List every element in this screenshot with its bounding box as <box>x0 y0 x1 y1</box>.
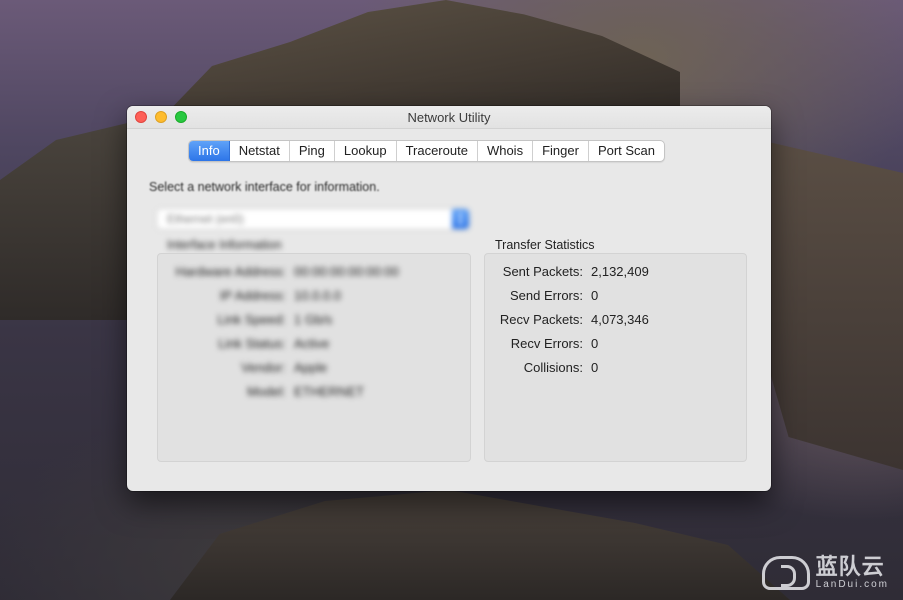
interface-popup[interactable]: Ethernet (en0) ▲ ▼ <box>157 209 469 229</box>
interface-row: Model: ETHERNET <box>246 384 365 399</box>
tab-traceroute[interactable]: Traceroute <box>397 141 478 161</box>
transfer-row-recv-packets: Recv Packets: 4,073,346 <box>499 312 649 327</box>
interface-info-box: Hardware Address: 00:00:00:00:00:00 IP A… <box>157 253 471 462</box>
title-bar[interactable]: Network Utility <box>127 106 771 129</box>
desktop-rock <box>760 140 903 470</box>
desktop-rock <box>160 0 680 120</box>
interface-prompt: Select a network interface for informati… <box>149 180 380 194</box>
interface-row: Vendor: Apple <box>241 360 328 375</box>
window-title: Network Utility <box>407 110 491 125</box>
popup-arrows-icon: ▲ ▼ <box>452 209 469 229</box>
tab-bar: Info Netstat Ping Lookup Traceroute Whoi… <box>188 140 666 162</box>
transfer-row-recv-errors: Recv Errors: 0 <box>510 336 599 351</box>
interface-row: Link Status: Active <box>218 336 330 351</box>
interface-row: Link Speed: 1 Gb/s <box>217 312 333 327</box>
desktop-rock <box>0 120 140 320</box>
transfer-stats-box: Sent Packets: 2,132,409 Send Errors: 0 R… <box>484 253 747 462</box>
transfer-row-sent-packets: Sent Packets: 2,132,409 <box>502 264 649 279</box>
transfer-row-send-errors: Send Errors: 0 <box>510 288 599 303</box>
tab-finger[interactable]: Finger <box>533 141 589 161</box>
interface-info-title: Interface Information <box>167 238 282 252</box>
interface-row: IP Address: 10.0.0.0 <box>219 288 341 303</box>
watermark-logo: 蓝队云 LanDui.com <box>761 554 889 590</box>
interface-popup-value: Ethernet (en0) <box>167 212 244 226</box>
tab-netstat[interactable]: Netstat <box>230 141 290 161</box>
transfer-row-collisions: Collisions: 0 <box>523 360 599 375</box>
tab-whois[interactable]: Whois <box>478 141 534 161</box>
tab-ping[interactable]: Ping <box>290 141 335 161</box>
watermark-cn: 蓝队云 <box>815 554 885 579</box>
network-utility-window: Network Utility Info Netstat Ping Lookup… <box>127 106 771 491</box>
transfer-stats-title: Transfer Statistics <box>495 238 595 252</box>
watermark-en: LanDui.com <box>815 579 889 590</box>
interface-row: Hardware Address: 00:00:00:00:00:00 <box>175 264 399 279</box>
tab-info[interactable]: Info <box>189 141 230 161</box>
tab-lookup[interactable]: Lookup <box>335 141 397 161</box>
desktop-rock <box>170 490 790 600</box>
cloud-logo-icon <box>761 556 810 590</box>
tab-port-scan[interactable]: Port Scan <box>589 141 664 161</box>
